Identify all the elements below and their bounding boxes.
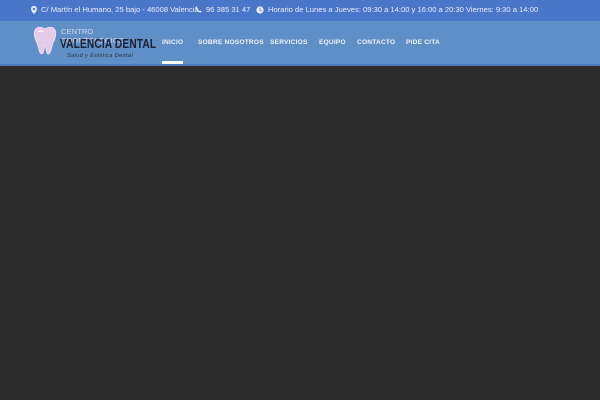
- main-navigation: INICIO SOBRE NOSOTROS SERVICIOS EQUIPO C…: [0, 21, 600, 65]
- nav-item-inicio[interactable]: INICIO: [162, 39, 183, 46]
- address-item[interactable]: C/ Martín el Humano, 25 bajo - 46008 Val…: [31, 5, 199, 14]
- nav-item-servicios[interactable]: SERVICIOS: [270, 39, 308, 46]
- hours-text: Horario de Lunes a Jueves: 09:30 a 14:00…: [268, 5, 539, 14]
- hours-item: Horario de Lunes a Jueves: 09:30 a 14:00…: [256, 5, 538, 14]
- nav-item-sobre-nosotros[interactable]: SOBRE NOSOTROS: [198, 39, 264, 46]
- nav-item-equipo[interactable]: EQUIPO: [319, 39, 346, 46]
- address-text: C/ Martín el Humano, 25 bajo - 46008 Val…: [41, 5, 199, 14]
- hero-area: [0, 66, 600, 400]
- phone-text: 96 385 31 47: [206, 5, 251, 14]
- nav-item-contacto[interactable]: CONTACTO: [357, 39, 395, 46]
- phone-icon: [195, 6, 202, 13]
- clock-icon: [256, 5, 264, 14]
- phone-item[interactable]: 96 385 31 47: [195, 5, 250, 14]
- top-info-bar: C/ Martín el Humano, 25 bajo - 46008 Val…: [0, 0, 600, 21]
- map-pin-icon: [31, 5, 37, 14]
- nav-item-pide-cita[interactable]: PIDE CITA: [406, 39, 440, 46]
